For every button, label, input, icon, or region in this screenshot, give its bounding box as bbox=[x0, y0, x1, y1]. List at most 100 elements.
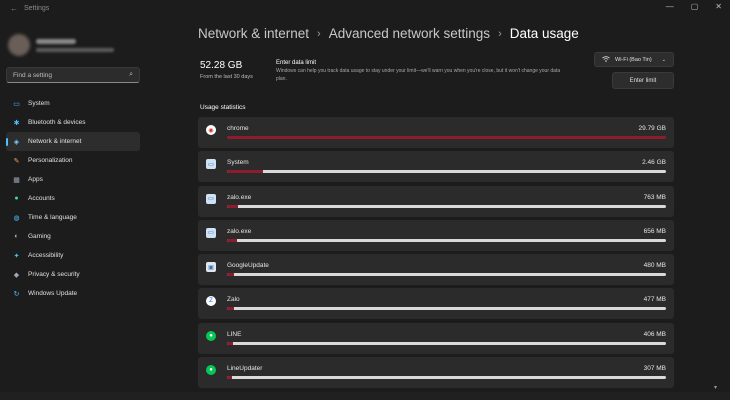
sidebar-item-accessibility[interactable]: ✦ Accessibility bbox=[6, 246, 140, 265]
data-limit-description: Windows can help you track data usage to… bbox=[276, 68, 561, 82]
app-data-size: 406 MB bbox=[643, 330, 666, 338]
sidebar-item-label: Privacy & security bbox=[28, 271, 80, 278]
app-usage-row[interactable]: ▭ zalo.exe 763 MB bbox=[198, 185, 674, 217]
app-usage-row[interactable]: ▭ zalo.exe 656 MB bbox=[198, 219, 674, 251]
breadcrumb-separator: › bbox=[498, 27, 502, 40]
usage-bar bbox=[227, 136, 666, 139]
app-data-size: 656 MB bbox=[643, 227, 666, 235]
zalo-exe-icon: ▭ bbox=[206, 227, 216, 238]
wifi-icon bbox=[602, 55, 610, 64]
zalo-exe-icon: ▭ bbox=[206, 193, 216, 204]
accounts-icon: ● bbox=[14, 195, 19, 202]
breadcrumb-advanced[interactable]: Advanced network settings bbox=[329, 26, 490, 41]
app-usage-list: ◉ chrome 29.79 GB ▭ System 2.46 GB ▭ zalo.exe 76… bbox=[198, 117, 674, 391]
google-update-icon: ▣ bbox=[206, 262, 216, 273]
usage-bar-fill bbox=[227, 136, 666, 139]
sidebar-item-accounts[interactable]: ● Accounts bbox=[6, 189, 140, 208]
shield-icon: ◆ bbox=[13, 271, 20, 279]
usage-bar bbox=[227, 170, 666, 174]
app-name: zalo.exe bbox=[227, 193, 252, 201]
breadcrumb: Network & internet › Advanced network se… bbox=[198, 26, 579, 41]
app-name: zalo.exe bbox=[227, 227, 252, 235]
sidebar-item-system[interactable]: ▭ System bbox=[6, 94, 140, 113]
app-data-size: 307 MB bbox=[643, 365, 666, 373]
breadcrumb-separator: › bbox=[317, 27, 321, 40]
search-icon[interactable]: ⌕ bbox=[129, 71, 133, 79]
sidebar-item-label: Windows Update bbox=[28, 290, 78, 297]
window-controls: — ▢ ✕ bbox=[666, 2, 722, 11]
app-name: chrome bbox=[227, 125, 249, 132]
data-limit-info: Enter data limit Windows can help you tr… bbox=[276, 60, 566, 83]
sidebar-item-network-internet[interactable]: ◈ Network & internet bbox=[6, 132, 140, 151]
search-input[interactable] bbox=[13, 71, 130, 79]
usage-summary: 52.28 GB From the last 30 days bbox=[200, 60, 253, 80]
usage-bar bbox=[227, 238, 666, 242]
app-usage-row[interactable]: Z Zalo 477 MB bbox=[198, 288, 674, 320]
maximize-button[interactable]: ▢ bbox=[691, 2, 699, 11]
profile-text bbox=[36, 38, 114, 52]
sidebar-item-gaming[interactable]: ◐ Gaming bbox=[6, 227, 140, 246]
app-data-size: 480 MB bbox=[643, 262, 666, 270]
search-box[interactable]: ⌕ bbox=[6, 67, 140, 83]
avatar bbox=[8, 34, 30, 56]
sidebar-item-label: Personalization bbox=[28, 157, 73, 164]
usage-statistics-title: Usage statistics bbox=[200, 104, 246, 111]
close-button[interactable]: ✕ bbox=[715, 2, 722, 11]
main-content: Network & internet › Advanced network se… bbox=[190, 16, 685, 400]
line-icon: ● bbox=[206, 330, 216, 341]
usage-bar bbox=[227, 341, 666, 345]
sidebar-item-bluetooth-devices[interactable]: ✱ Bluetooth & devices bbox=[6, 113, 140, 132]
network-icon: ◈ bbox=[13, 138, 20, 146]
page-title: Data usage bbox=[509, 26, 579, 41]
app-usage-row[interactable]: ● LINE 406 MB bbox=[198, 322, 674, 354]
usage-bar-fill bbox=[227, 204, 239, 208]
network-select[interactable]: Wi-Fi (Bao Tin) ⌄ bbox=[594, 52, 674, 67]
app-usage-row[interactable]: ▭ System 2.46 GB bbox=[198, 151, 674, 183]
sidebar-item-label: Accounts bbox=[28, 195, 55, 202]
enter-limit-button[interactable]: Enter limit bbox=[612, 72, 674, 89]
back-arrow-icon[interactable]: ← bbox=[10, 4, 18, 13]
minimize-button[interactable]: — bbox=[666, 2, 674, 11]
brush-icon: ✎ bbox=[13, 157, 20, 165]
usage-bar-fill bbox=[227, 376, 233, 380]
accessibility-icon: ✦ bbox=[13, 252, 20, 260]
system-app-icon: ▭ bbox=[206, 159, 216, 170]
usage-bar-fill bbox=[227, 238, 237, 242]
total-usage: 52.28 GB bbox=[200, 60, 243, 71]
app-name: LineUpdater bbox=[227, 365, 263, 373]
sidebar-item-privacy-security[interactable]: ◆ Privacy & security bbox=[6, 265, 140, 284]
sidebar-item-label: Time & language bbox=[28, 214, 77, 221]
sidebar: ⌕ ▭ System ✱ Bluetooth & devices ◈ Network & … bbox=[0, 16, 150, 400]
breadcrumb-network[interactable]: Network & internet bbox=[198, 26, 309, 41]
apps-icon: ▦ bbox=[13, 176, 20, 184]
usage-bar bbox=[227, 307, 666, 311]
app-data-size: 29.79 GB bbox=[638, 125, 666, 132]
sidebar-item-label: Network & internet bbox=[28, 138, 82, 145]
sidebar-item-label: Accessibility bbox=[28, 252, 64, 259]
update-icon: ↻ bbox=[13, 290, 20, 298]
app-usage-row[interactable]: ● LineUpdater 307 MB bbox=[198, 357, 674, 389]
app-usage-row[interactable]: ◉ chrome 29.79 GB bbox=[198, 117, 674, 148]
app-data-size: 2.46 GB bbox=[642, 159, 666, 167]
sidebar-item-label: Apps bbox=[28, 176, 43, 183]
usage-bar-fill bbox=[227, 307, 235, 311]
chrome-icon: ◉ bbox=[206, 125, 216, 135]
sidebar-item-label: Gaming bbox=[28, 233, 51, 240]
user-profile[interactable] bbox=[8, 34, 114, 56]
line-updater-icon: ● bbox=[206, 365, 216, 376]
bluetooth-icon: ✱ bbox=[13, 119, 20, 127]
sidebar-item-apps[interactable]: ▦ Apps bbox=[6, 170, 140, 189]
taskbar bbox=[0, 392, 730, 400]
title-bar: ← Settings — ▢ ✕ bbox=[0, 0, 730, 16]
profile-email-blurred bbox=[36, 47, 114, 52]
sidebar-nav: ▭ System ✱ Bluetooth & devices ◈ Network & in… bbox=[6, 94, 140, 303]
data-limit-title: Enter data limit bbox=[276, 60, 317, 66]
sidebar-item-windows-update[interactable]: ↻ Windows Update bbox=[6, 284, 140, 303]
chevron-down-icon: ⌄ bbox=[661, 56, 666, 63]
sidebar-item-label: Bluetooth & devices bbox=[28, 119, 86, 126]
app-usage-row[interactable]: ▣ GoogleUpdate 480 MB bbox=[198, 254, 674, 286]
app-name: Zalo bbox=[227, 296, 240, 304]
sidebar-item-time-language[interactable]: ◍ Time & language bbox=[6, 208, 140, 227]
globe-icon: ◍ bbox=[13, 214, 20, 222]
sidebar-item-personalization[interactable]: ✎ Personalization bbox=[6, 151, 140, 170]
